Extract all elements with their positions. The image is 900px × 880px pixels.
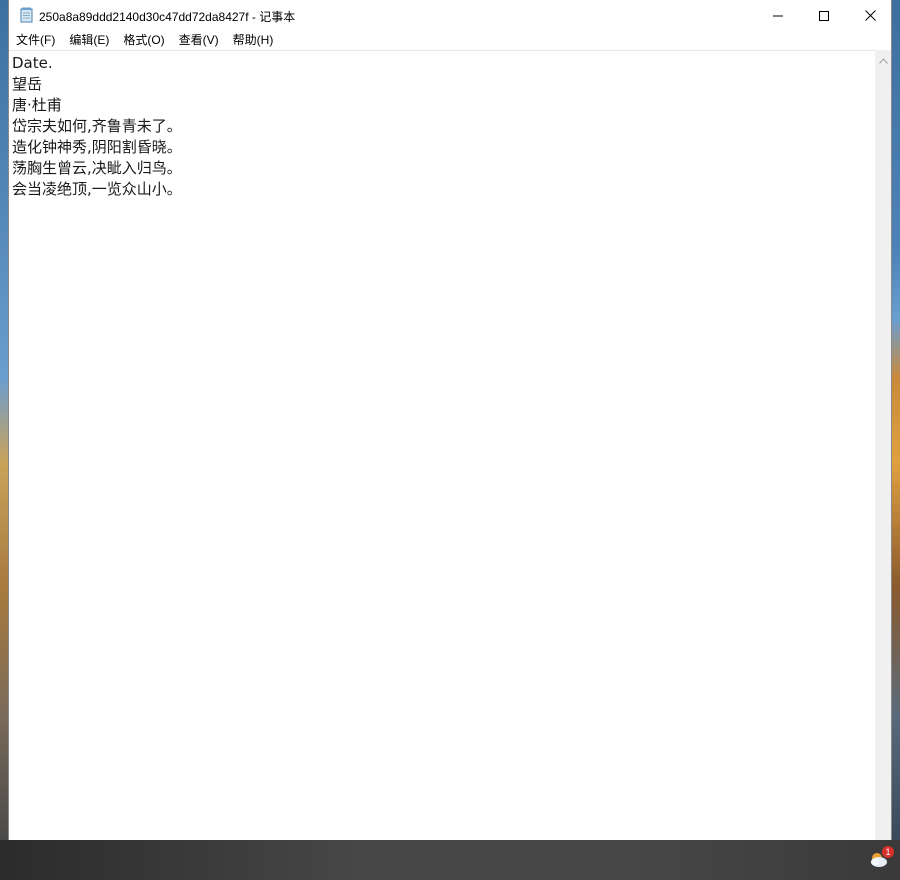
minimize-button[interactable] [755, 0, 801, 30]
text-line: Date. [12, 54, 53, 72]
window-title: 250a8a89ddd2140d30c47dd72da8427f - 记事本 [39, 10, 296, 24]
notification-badge: 1 [882, 846, 894, 858]
text-line: 望岳 [12, 75, 43, 93]
taskbar: 1 [0, 840, 900, 880]
menu-format[interactable]: 格式(O) [116, 30, 171, 50]
text-line: 造化钟神秀,阴阳割昏晓。 [12, 138, 182, 156]
notepad-icon[interactable] [19, 7, 35, 23]
menu-file[interactable]: 文件(F) [9, 30, 62, 50]
text-line: 会当凌绝顶,一览众山小。 [12, 180, 182, 198]
text-line: 荡胸生曾云,决眦入归鸟。 [12, 159, 182, 177]
text-line: 唐·杜甫 [12, 96, 62, 114]
menu-edit[interactable]: 编辑(E) [62, 30, 116, 50]
scroll-up-button[interactable] [875, 50, 891, 67]
close-icon [864, 6, 876, 25]
maximize-icon [819, 6, 829, 25]
text-line: 岱宗夫如何,齐鲁青未了。 [12, 117, 182, 135]
maximize-button[interactable] [801, 0, 847, 30]
desktop-wallpaper-right [892, 0, 900, 840]
notepad-window: 250a8a89ddd2140d30c47dd72da8427f - 记事本 文… [8, 0, 892, 840]
minimize-icon [773, 6, 783, 25]
menu-view[interactable]: 查看(V) [172, 30, 226, 50]
text-editor-area[interactable]: Date. 望岳 唐·杜甫 岱宗夫如何,齐鲁青未了。 造化钟神秀,阴阳割昏晓。 … [9, 50, 875, 840]
title-bar[interactable]: 250a8a89ddd2140d30c47dd72da8427f - 记事本 [9, 0, 891, 30]
chevron-up-icon [878, 49, 888, 68]
menu-help[interactable]: 帮助(H) [226, 30, 281, 50]
vertical-scrollbar[interactable] [875, 50, 891, 840]
desktop-wallpaper-left [0, 0, 8, 840]
menu-bar: 文件(F) 编辑(E) 格式(O) 查看(V) 帮助(H) [9, 30, 891, 50]
close-button[interactable] [847, 0, 893, 30]
